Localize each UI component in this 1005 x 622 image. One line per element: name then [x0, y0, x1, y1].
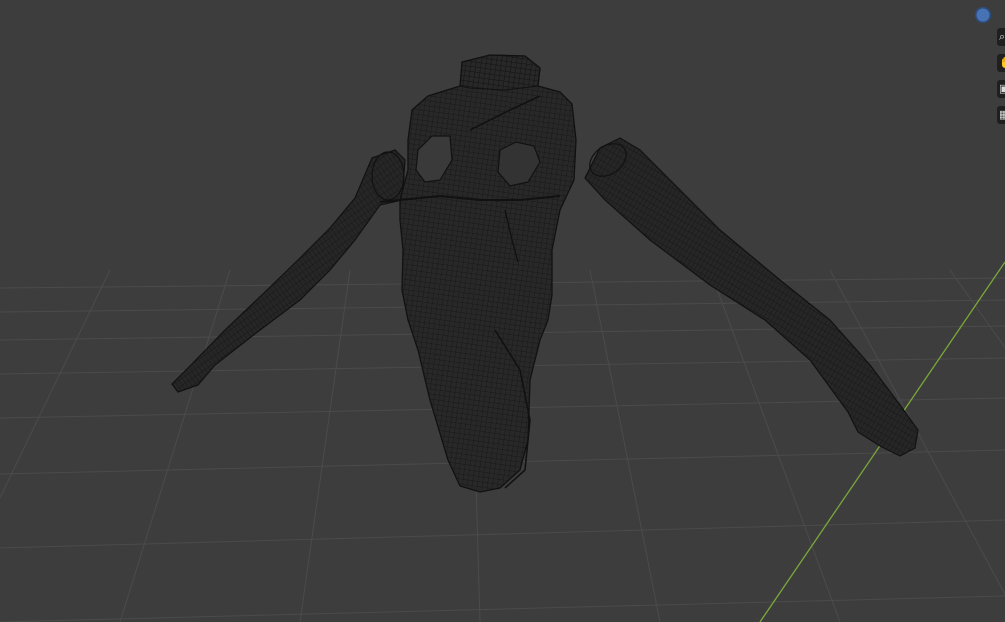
3d-viewport[interactable]: ⌕ ✋ ▣ ▦	[0, 0, 1005, 622]
grid-icon[interactable]: ▦	[997, 106, 1005, 124]
left-arm-mesh[interactable]	[171, 149, 406, 393]
zoom-icon[interactable]: ⌕	[997, 28, 1005, 46]
bodysuit-mesh[interactable]	[379, 54, 577, 493]
hand-pan-icon[interactable]: ✋	[997, 54, 1005, 72]
viewport-edge-tools: ⌕ ✋ ▣ ▦	[997, 28, 1005, 132]
right-arm-mesh[interactable]	[584, 137, 919, 457]
navigation-gizmo-dot[interactable]	[975, 7, 991, 23]
camera-icon[interactable]: ▣	[997, 80, 1005, 98]
scene-svg	[0, 54, 1005, 622]
